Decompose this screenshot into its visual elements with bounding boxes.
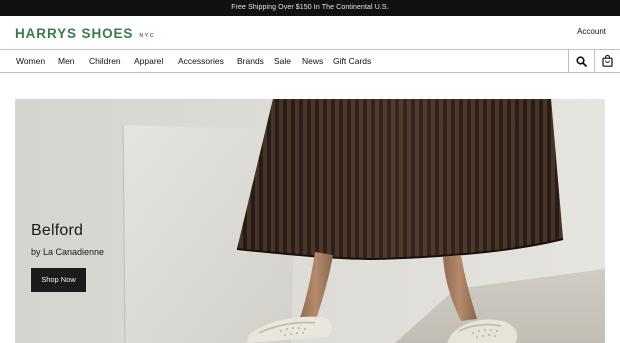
nav-icons [568,50,620,72]
nav-item-apparel[interactable]: Apparel [134,50,163,72]
nav-item-gift-cards[interactable]: Gift Cards [333,50,371,72]
logo-wordmark: HARRYS SHOES [15,26,134,41]
hero-subtitle: by La Canadienne [31,247,105,257]
nav-item-children[interactable]: Children [89,50,121,72]
hero-banner[interactable]: Belford by La Canadienne Shop Now [15,99,605,343]
nav-item-news[interactable]: News [302,50,323,72]
hero-image [15,99,605,343]
main-nav: Women Men Children Apparel Accessories B… [0,49,620,73]
logo-city: NYC [139,33,156,39]
site-logo[interactable]: HARRYS SHOES NYC [15,25,155,41]
nav-item-brands[interactable]: Brands [237,50,264,72]
account-link[interactable]: Account [577,27,606,36]
promo-bar: Free Shipping Over $150 In The Continent… [0,0,620,16]
search-button[interactable] [568,50,594,72]
cart-button[interactable] [594,50,620,72]
nav-item-women[interactable]: Women [16,50,45,72]
site-header: HARRYS SHOES NYC Account [0,16,620,50]
search-icon [576,55,587,67]
shop-now-button[interactable]: Shop Now [31,268,86,292]
hero-title: Belford [31,222,84,239]
nav-item-men[interactable]: Men [58,50,75,72]
promo-text: Free Shipping Over $150 In The Continent… [231,4,389,11]
shopping-bag-icon [602,55,613,67]
nav-item-accessories[interactable]: Accessories [178,50,224,72]
nav-item-sale[interactable]: Sale [274,50,291,72]
